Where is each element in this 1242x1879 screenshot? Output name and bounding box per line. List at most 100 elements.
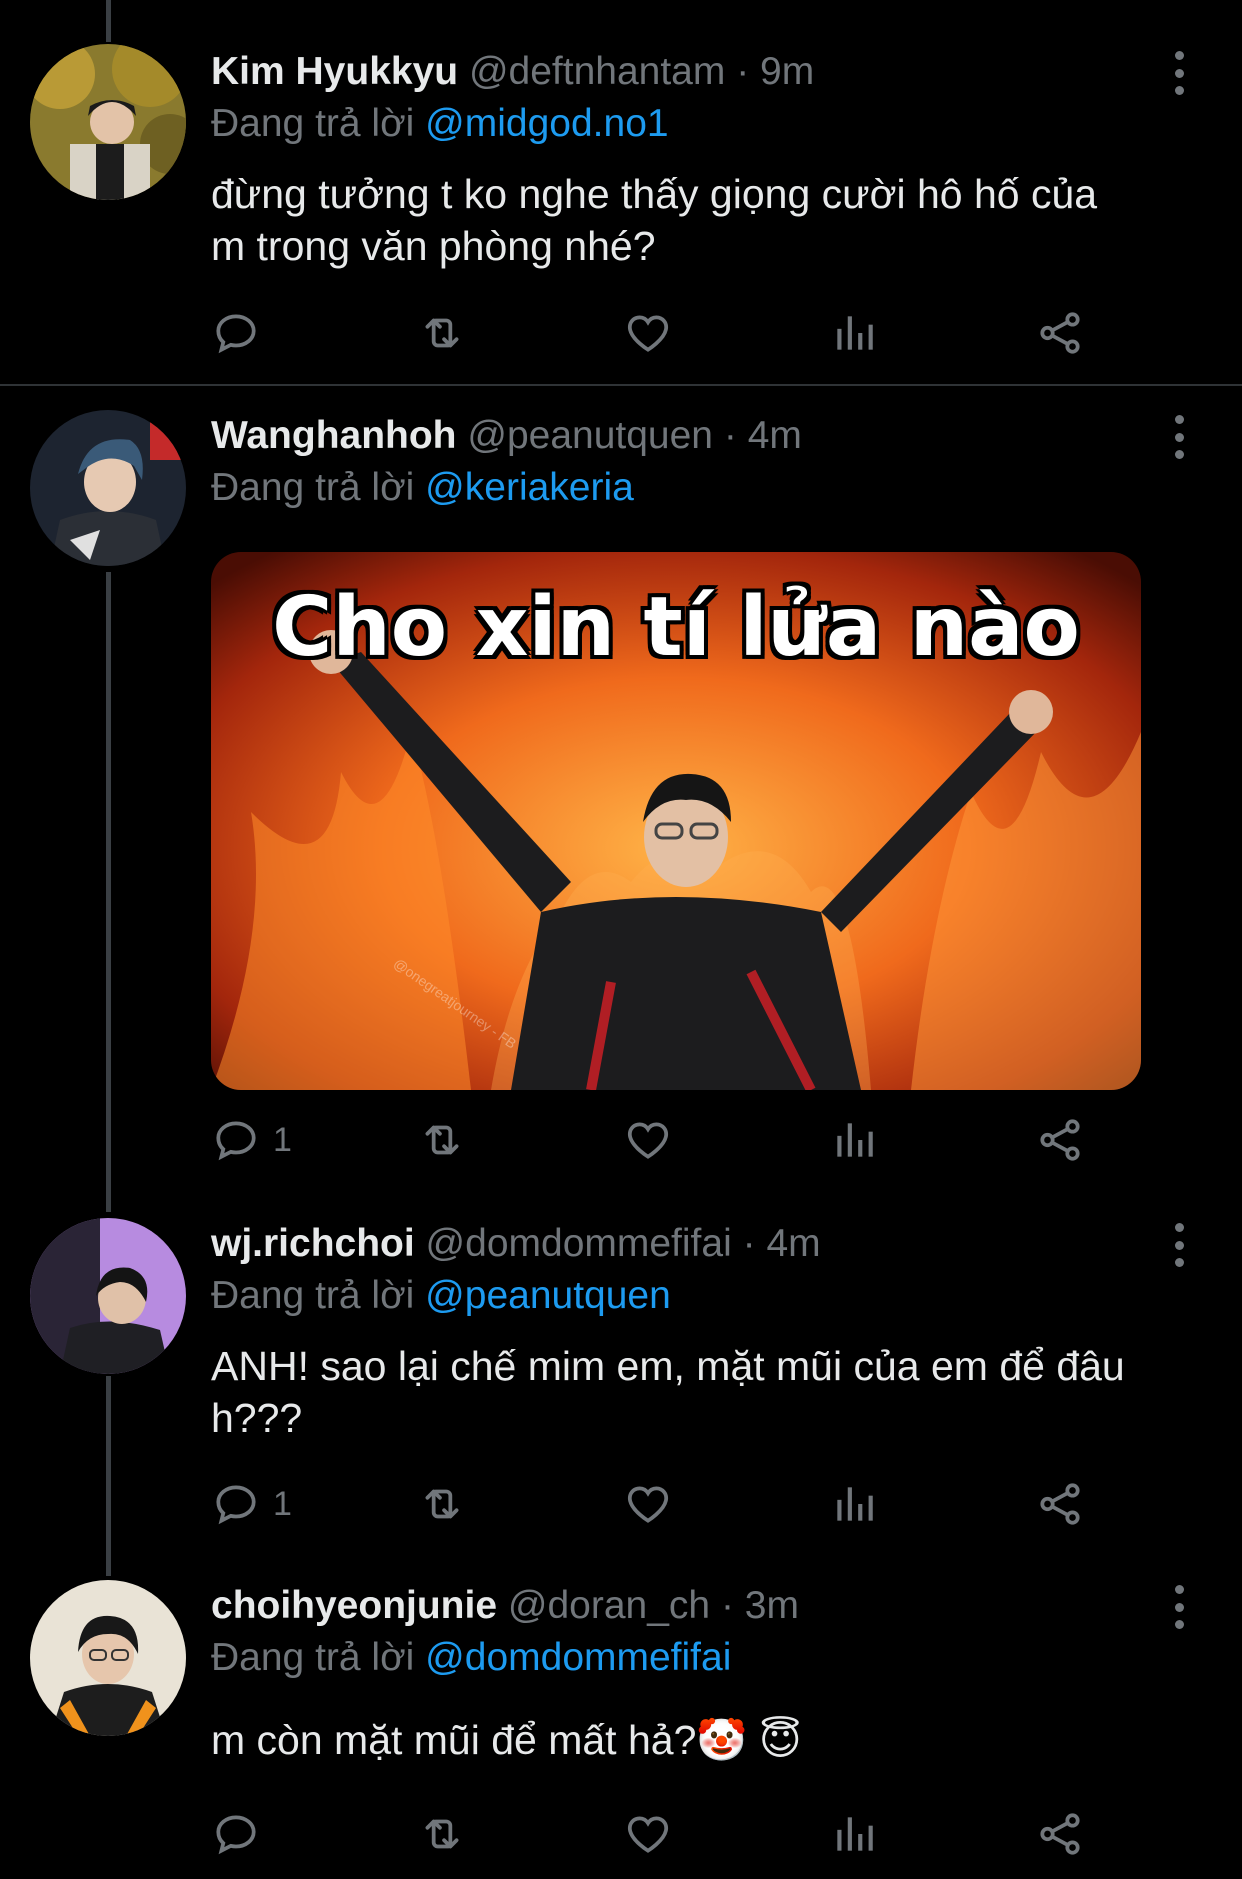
reply-button[interactable]: 1 (211, 1110, 292, 1170)
reply-icon (216, 1485, 256, 1525)
reply-count: 1 (273, 1484, 292, 1523)
heart-icon (627, 1816, 669, 1853)
views-button[interactable] (829, 303, 879, 363)
mention-link[interactable]: @keriakeria (425, 466, 634, 509)
views-icon (837, 1123, 873, 1157)
timestamp[interactable]: 4m (748, 414, 802, 457)
tweet-header: Kim Hyukkyu @deftnhantam · 9m (211, 50, 1162, 94)
share-icon (1040, 1119, 1080, 1161)
tweet-media-image[interactable]: Cho xin tí lửa nào (211, 552, 1141, 1090)
like-button[interactable] (623, 1804, 673, 1864)
views-button[interactable] (829, 1474, 879, 1534)
reply-icon (216, 314, 256, 354)
views-button[interactable] (829, 1804, 879, 1864)
thread-line-1 (106, 572, 111, 1212)
replying-to-label: Đang trả lời (211, 1274, 415, 1317)
more-vertical-icon[interactable] (1166, 1223, 1192, 1267)
share-button[interactable] (1035, 303, 1085, 363)
heart-icon (627, 1122, 669, 1159)
tweet-text-line: m trong văn phòng nhé? (211, 223, 656, 269)
tweet-text-line: m còn mặt mũi để mất hả?🤡 😇 (211, 1717, 802, 1763)
tweet-header: choihyeonjunie @doran_ch · 3m (211, 1584, 1162, 1628)
display-name[interactable]: Kim Hyukkyu (211, 50, 458, 93)
avatar[interactable] (30, 44, 186, 200)
thread-line-top (106, 0, 111, 42)
share-button[interactable] (1035, 1804, 1085, 1864)
retweet-button[interactable] (417, 1474, 467, 1534)
tweet-divider (0, 384, 1242, 386)
timestamp[interactable]: 4m (766, 1222, 820, 1265)
retweet-button[interactable] (417, 1804, 467, 1864)
display-name[interactable]: choihyeonjunie (211, 1584, 497, 1627)
timestamp[interactable]: 9m (760, 50, 814, 93)
replying-to-label: Đang trả lời (211, 102, 415, 145)
handle[interactable]: @deftnhantam (469, 50, 725, 93)
reply-button[interactable]: 1 (211, 1474, 292, 1534)
action-bar (211, 303, 1091, 363)
views-icon (837, 316, 873, 350)
replying-to: Đang trả lời @domdommefifai (211, 1636, 731, 1680)
share-icon (1040, 312, 1080, 354)
display-name[interactable]: Wanghanhoh (211, 414, 457, 457)
avatar[interactable] (30, 1218, 186, 1374)
avatar[interactable] (30, 1580, 186, 1736)
separator: · (720, 1584, 734, 1627)
more-vertical-icon[interactable] (1166, 415, 1192, 459)
tweet-text: ANH! sao lại chế mim em, mặt mũi của em … (211, 1340, 1202, 1444)
more-vertical-icon[interactable] (1166, 1585, 1192, 1629)
action-bar: 1 (211, 1474, 1091, 1534)
tweet-header: Wanghanhoh @peanutquen · 4m (211, 414, 1162, 458)
reply-count: 1 (273, 1120, 292, 1159)
separator: · (736, 50, 750, 93)
handle[interactable]: @doran_ch (508, 1584, 710, 1627)
thread-line-2 (106, 1376, 111, 1576)
retweet-icon (425, 1819, 459, 1849)
retweet-icon (425, 1125, 459, 1155)
display-name[interactable]: wj.richchoi (211, 1222, 415, 1265)
action-bar: 1 (211, 1110, 1091, 1170)
retweet-icon (425, 318, 459, 348)
handle[interactable]: @peanutquen (467, 414, 713, 457)
views-button[interactable] (829, 1110, 879, 1170)
avatar[interactable] (30, 410, 186, 566)
views-icon (837, 1817, 873, 1851)
retweet-button[interactable] (417, 1110, 467, 1170)
share-button[interactable] (1035, 1474, 1085, 1534)
separator: · (723, 414, 737, 457)
share-icon (1040, 1813, 1080, 1855)
tweet-text: đừng tưởng t ko nghe thấy giọng cười hô … (211, 168, 1202, 272)
action-bar (211, 1804, 1091, 1864)
heart-icon (627, 315, 669, 352)
views-icon (837, 1487, 873, 1521)
retweet-button[interactable] (417, 303, 467, 363)
heart-icon (627, 1486, 669, 1523)
tweet-header: wj.richchoi @domdommefifai · 4m (211, 1222, 1162, 1266)
replying-to-label: Đang trả lời (211, 1636, 415, 1679)
replying-to-label: Đang trả lời (211, 466, 415, 509)
reply-icon (216, 1815, 256, 1855)
reply-icon (216, 1121, 256, 1161)
tweet-text-line: h??? (211, 1395, 303, 1441)
like-button[interactable] (623, 1110, 673, 1170)
mention-link[interactable]: @peanutquen (425, 1274, 671, 1317)
tweet-text-line: ANH! sao lại chế mim em, mặt mũi của em … (211, 1343, 1125, 1389)
mention-link[interactable]: @midgod.no1 (425, 102, 668, 145)
share-button[interactable] (1035, 1110, 1085, 1170)
reply-button[interactable] (211, 303, 273, 363)
mention-link[interactable]: @domdommefifai (425, 1636, 731, 1679)
more-vertical-icon[interactable] (1166, 51, 1192, 95)
like-button[interactable] (623, 303, 673, 363)
tweet-text-line: đừng tưởng t ko nghe thấy giọng cười hô … (211, 171, 1098, 217)
reply-button[interactable] (211, 1804, 273, 1864)
share-icon (1040, 1483, 1080, 1525)
tweet-text: m còn mặt mũi để mất hả?🤡 😇 (211, 1714, 1202, 1766)
like-button[interactable] (623, 1474, 673, 1534)
retweet-icon (425, 1489, 459, 1519)
handle[interactable]: @domdommefifai (426, 1222, 732, 1265)
media-caption: Cho xin tí lửa nào (272, 580, 1080, 675)
replying-to: Đang trả lời @midgod.no1 (211, 102, 669, 146)
replying-to: Đang trả lời @keriakeria (211, 466, 634, 510)
separator: · (742, 1222, 756, 1265)
replying-to: Đang trả lời @peanutquen (211, 1274, 671, 1318)
timestamp[interactable]: 3m (745, 1584, 799, 1627)
